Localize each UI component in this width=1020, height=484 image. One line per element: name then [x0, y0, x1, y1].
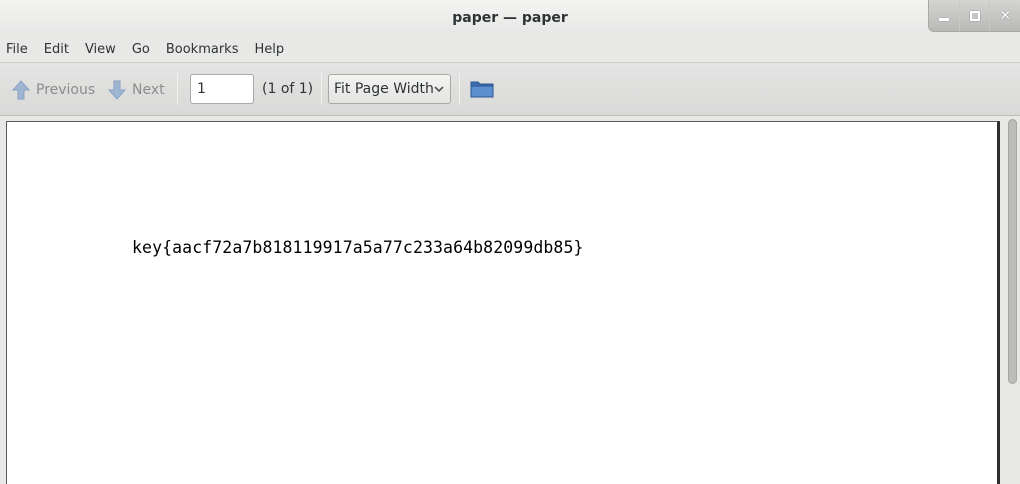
minimize-icon: [938, 18, 949, 21]
maximize-button[interactable]: [958, 0, 990, 31]
menu-edit[interactable]: Edit: [38, 42, 75, 57]
document-text: key{aacf72a7b818119917a5a77c233a64b82099…: [132, 238, 584, 257]
open-folder-button[interactable]: [470, 79, 494, 103]
document-viewer-window: paper — paper ✕ File Edit View Go Bookma…: [0, 0, 1020, 484]
close-button[interactable]: ✕: [989, 0, 1020, 31]
document-view[interactable]: key{aacf72a7b818119917a5a77c233a64b82099…: [0, 117, 1020, 484]
window-title: paper — paper: [452, 10, 568, 26]
arrow-up-icon: [12, 80, 30, 100]
toolbar-separator: [177, 73, 178, 105]
maximize-icon: [969, 10, 980, 21]
page-count-label: (1 of 1): [262, 81, 314, 97]
menu-go[interactable]: Go: [126, 42, 156, 57]
zoom-select[interactable]: Fit Page Width: [328, 74, 451, 104]
previous-label: Previous: [36, 82, 96, 98]
vertical-scrollbar[interactable]: [1005, 117, 1020, 484]
next-label: Next: [132, 82, 165, 98]
scrollbar-thumb[interactable]: [1008, 119, 1017, 384]
toolbar-separator: [321, 73, 322, 105]
menu-file[interactable]: File: [6, 42, 34, 57]
folder-icon: [470, 81, 494, 98]
menu-view[interactable]: View: [79, 42, 122, 57]
menu-bar: File Edit View Go Bookmarks Help: [0, 36, 1020, 62]
arrow-down-icon: [108, 80, 126, 100]
previous-button[interactable]: Previous: [12, 79, 95, 101]
next-button[interactable]: Next: [108, 79, 165, 101]
document-page[interactable]: key{aacf72a7b818119917a5a77c233a64b82099…: [6, 121, 1000, 484]
minimize-button[interactable]: [929, 0, 959, 31]
window-controls: ✕: [928, 0, 1020, 32]
title-bar[interactable]: paper — paper ✕: [0, 0, 1020, 36]
menu-help[interactable]: Help: [248, 42, 290, 57]
menu-bookmarks[interactable]: Bookmarks: [160, 42, 245, 57]
toolbar: Previous Next (1 of 1) Fit Page Width: [0, 62, 1020, 116]
zoom-select-value: Fit Page Width: [334, 81, 434, 97]
toolbar-separator: [459, 73, 460, 105]
chevron-down-icon: [434, 86, 444, 93]
close-icon: ✕: [999, 7, 1012, 24]
page-number-input[interactable]: [190, 74, 254, 104]
